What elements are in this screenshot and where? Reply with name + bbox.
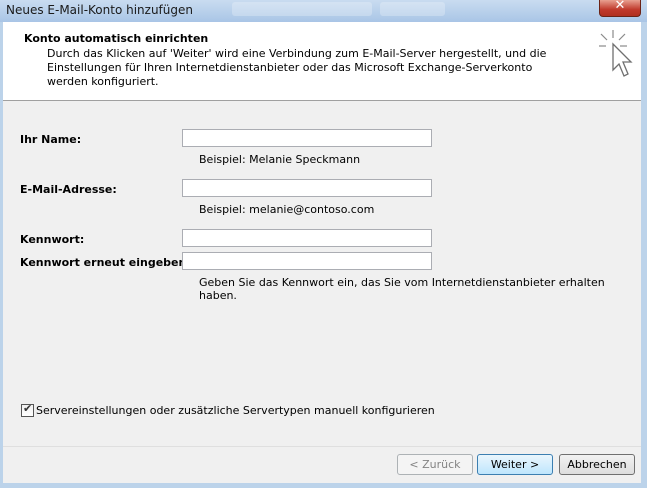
background-tab-ghost	[380, 2, 445, 16]
button-bar: < Zurück Weiter > Abbrechen	[3, 446, 641, 483]
password-label: Kennwort:	[20, 233, 85, 246]
close-icon: ✕	[614, 0, 626, 13]
next-button[interactable]: Weiter >	[477, 454, 553, 475]
email-input[interactable]	[182, 179, 432, 197]
back-button[interactable]: < Zurück	[397, 454, 473, 475]
background-tab-ghost	[232, 2, 372, 16]
email-hint: Beispiel: melanie@contoso.com	[199, 203, 375, 216]
manual-config-checkbox[interactable]: ✔	[21, 402, 34, 417]
cancel-button[interactable]: Abbrechen	[559, 454, 635, 475]
wizard-header: Konto automatisch einrichten Durch das K…	[3, 22, 641, 101]
header-description: Durch das Klicken auf 'Weiter' wird eine…	[47, 47, 547, 88]
password-repeat-input[interactable]	[182, 252, 432, 270]
checkmark-icon: ✔	[23, 402, 33, 415]
close-button[interactable]: ✕	[599, 0, 641, 17]
password-hint: Geben Sie das Kennwort ein, das Sie vom …	[199, 276, 605, 302]
name-input[interactable]	[182, 129, 432, 147]
wizard-cursor-icon	[599, 30, 633, 77]
name-label: Ihr Name:	[20, 133, 82, 146]
password-input[interactable]	[182, 229, 432, 247]
header-title: Konto automatisch einrichten	[24, 32, 209, 45]
form-panel: Ihr Name: Beispiel: Melanie Speckmann E-…	[3, 101, 641, 446]
manual-config-label: Servereinstellungen oder zusätzliche Ser…	[36, 404, 435, 417]
window-title: Neues E-Mail-Konto hinzufügen	[6, 3, 193, 17]
name-hint: Beispiel: Melanie Speckmann	[199, 153, 361, 166]
dialog-window: Neues E-Mail-Konto hinzufügen ✕ Konto au…	[0, 0, 647, 488]
password-repeat-label: Kennwort erneut eingeben:	[20, 256, 191, 269]
title-bar[interactable]: Neues E-Mail-Konto hinzufügen ✕	[0, 0, 647, 22]
email-label: E-Mail-Adresse:	[20, 183, 117, 196]
